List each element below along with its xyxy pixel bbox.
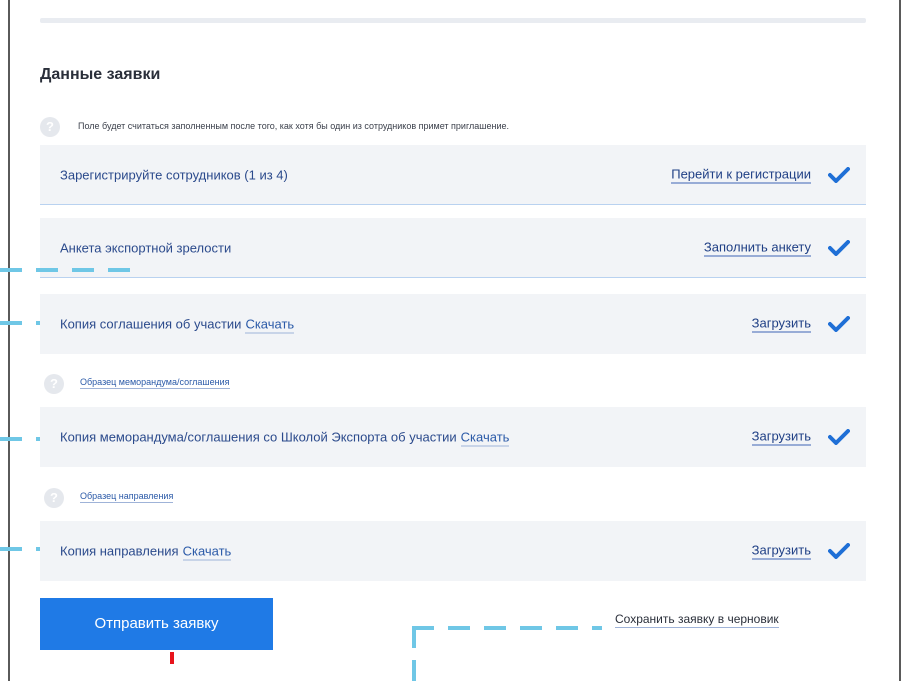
annotation-dash [0, 268, 132, 272]
check-icon [828, 166, 850, 183]
fill-questionnaire-link[interactable]: Заполнить анкету [703, 239, 811, 256]
annotation-dash [0, 437, 40, 441]
submit-application-button[interactable]: Отправить заявку [40, 598, 273, 650]
download-link[interactable]: Скачать [460, 429, 510, 447]
section-title: Данные заявки [40, 66, 161, 83]
upload-link[interactable]: Загрузить [751, 429, 811, 446]
upload-link[interactable]: Загрузить [751, 316, 811, 333]
annotation-dash [0, 547, 40, 551]
row-label: Копия соглашения об участии Скачать [60, 316, 295, 334]
annotation-dash [412, 626, 416, 681]
section-hint: Поле будет считаться заполненным после т… [78, 121, 510, 131]
help-icon[interactable]: ? [44, 488, 64, 508]
check-icon [828, 429, 850, 445]
direction-sample-link[interactable]: Образец направления [80, 491, 174, 503]
top-divider [40, 18, 866, 23]
annotation-marker [170, 652, 174, 664]
row-direction-copy: Копия направления Скачать Загрузить [40, 521, 866, 581]
row-label: Зарегистрируйте сотрудников (1 из 4) [60, 167, 288, 182]
row-label: Анкета экспортной зрелости [60, 240, 232, 255]
go-to-registration-link[interactable]: Перейти к регистрации [671, 166, 811, 183]
row-agreement-copy: Копия соглашения об участии Скачать Загру… [40, 294, 866, 354]
download-link[interactable]: Скачать [182, 543, 232, 561]
help-icon[interactable]: ? [44, 374, 64, 394]
download-link[interactable]: Скачать [245, 316, 295, 334]
row-label: Копия меморандума/соглашения со Школой Э… [60, 429, 510, 447]
check-icon [828, 239, 850, 256]
check-icon [828, 316, 850, 332]
row-memorandum-copy: Копия меморандума/соглашения со Школой Э… [40, 407, 866, 467]
upload-link[interactable]: Загрузить [751, 543, 811, 560]
save-draft-link[interactable]: Сохранить заявку в черновик [615, 612, 779, 628]
help-icon[interactable]: ? [40, 117, 60, 137]
row-register-employees: Зарегистрируйте сотрудников (1 из 4) Пер… [40, 145, 866, 205]
annotation-dash [0, 321, 40, 325]
row-export-questionnaire: Анкета экспортной зрелости Заполнить анк… [40, 218, 866, 278]
annotation-dash [412, 626, 602, 630]
memorandum-sample-link[interactable]: Образец меморандума/соглашения [80, 377, 230, 389]
row-label: Копия направления Скачать [60, 543, 232, 561]
check-icon [828, 543, 850, 559]
